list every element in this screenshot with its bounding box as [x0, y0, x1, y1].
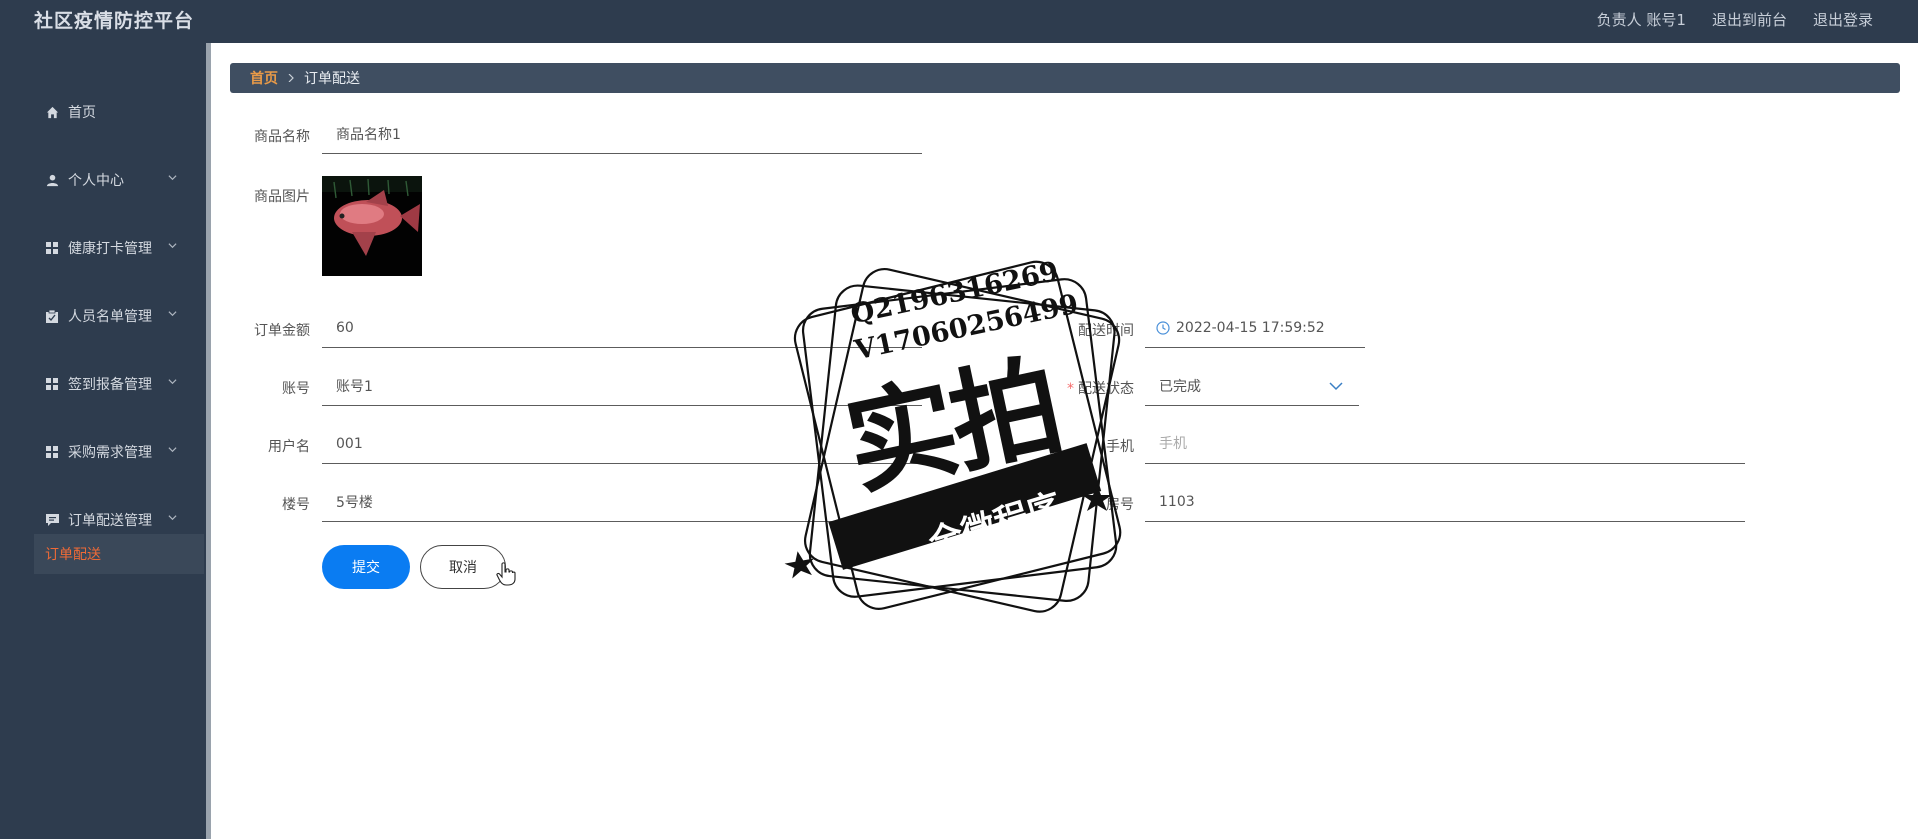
username-label: 用户名: [268, 439, 310, 455]
chevron-down-icon: [168, 379, 177, 385]
delivery-status-select[interactable]: 已完成: [1145, 366, 1359, 406]
grid-icon: [45, 241, 59, 255]
sidebar-subitem-label: 订单配送: [45, 547, 101, 563]
sidebar-subitem-order-delivery[interactable]: 订单配送: [34, 534, 204, 574]
grid-icon: [45, 377, 59, 391]
room-input[interactable]: [1145, 482, 1745, 521]
chevron-down-icon: [168, 447, 177, 453]
chevron-down-icon: [168, 515, 177, 521]
sidebar-item-signin-report[interactable]: 签到报备管理: [0, 364, 206, 404]
order-amount-label: 订单金额: [254, 323, 310, 339]
phone-input[interactable]: [1145, 424, 1745, 463]
top-bar: 社区疫情防控平台 负责人 账号1 退出到前台 退出登录: [0, 0, 1918, 43]
sidebar-item-label: 首页: [68, 105, 96, 121]
chat-icon: [45, 513, 59, 527]
breadcrumb: 首页 订单配送: [230, 63, 1900, 93]
chevron-down-icon: [168, 175, 177, 181]
sidebar-item-personal-center[interactable]: 个人中心: [0, 160, 206, 200]
breadcrumb-home-link[interactable]: 首页: [250, 68, 278, 88]
building-label: 楼号: [282, 497, 310, 513]
product-name-label: 商品名称: [254, 129, 310, 145]
user-icon: [45, 173, 59, 187]
submit-button[interactable]: 提交: [322, 545, 410, 589]
arowana-fish-image: [322, 176, 422, 276]
delivery-time-value: 2022-04-15 17:59:52: [1176, 319, 1325, 336]
sidebar-item-purchase-demand[interactable]: 采购需求管理: [0, 432, 206, 472]
current-user-label: 负责人 账号1: [1596, 11, 1686, 29]
clipboard-icon: [45, 309, 59, 323]
sidebar-item-personnel-list[interactable]: 人员名单管理: [0, 296, 206, 336]
grid-icon: [45, 445, 59, 459]
sidebar-divider: [206, 43, 211, 839]
product-name-field[interactable]: [322, 114, 922, 154]
sidebar-item-label: 订单配送管理: [68, 513, 152, 529]
sidebar-item-label: 个人中心: [68, 173, 124, 189]
account-label: 账号: [282, 381, 310, 397]
delivery-time-picker[interactable]: 2022-04-15 17:59:52: [1145, 308, 1365, 348]
app-title: 社区疫情防控平台: [34, 10, 195, 32]
delivery-status-value: 已完成: [1159, 378, 1201, 395]
sidebar-item-label: 签到报备管理: [68, 377, 152, 393]
chevron-down-icon: [168, 243, 177, 249]
breadcrumb-current: 订单配送: [304, 71, 360, 87]
sidebar-item-home[interactable]: 首页: [0, 92, 206, 132]
sidebar-item-health-checkin[interactable]: 健康打卡管理: [0, 228, 206, 268]
chevron-down-icon: [1329, 382, 1343, 391]
home-icon: [45, 105, 59, 119]
chevron-right-icon: [288, 74, 294, 82]
logout-link[interactable]: 退出登录: [1813, 9, 1873, 30]
top-bar-actions: 负责人 账号1 退出到前台 退出登录: [1597, 9, 1873, 30]
product-image: [322, 176, 422, 276]
chevron-down-icon: [168, 311, 177, 317]
exit-to-frontend-link[interactable]: 退出到前台: [1712, 9, 1787, 30]
product-name-input[interactable]: [322, 114, 922, 153]
product-image-label: 商品图片: [254, 189, 310, 205]
sidebar-item-label: 健康打卡管理: [68, 241, 152, 257]
hand-cursor-icon: [496, 562, 516, 586]
sidebar-item-label: 采购需求管理: [68, 445, 152, 461]
room-field[interactable]: [1145, 482, 1745, 522]
sidebar-item-label: 人员名单管理: [68, 309, 152, 325]
phone-field[interactable]: [1145, 424, 1745, 464]
sidebar: 首页 个人中心 健康打卡管理 人员名单管理 签到报备管理 采购需求管理 订单配送…: [0, 43, 206, 839]
cancel-button[interactable]: 取消: [420, 545, 506, 589]
